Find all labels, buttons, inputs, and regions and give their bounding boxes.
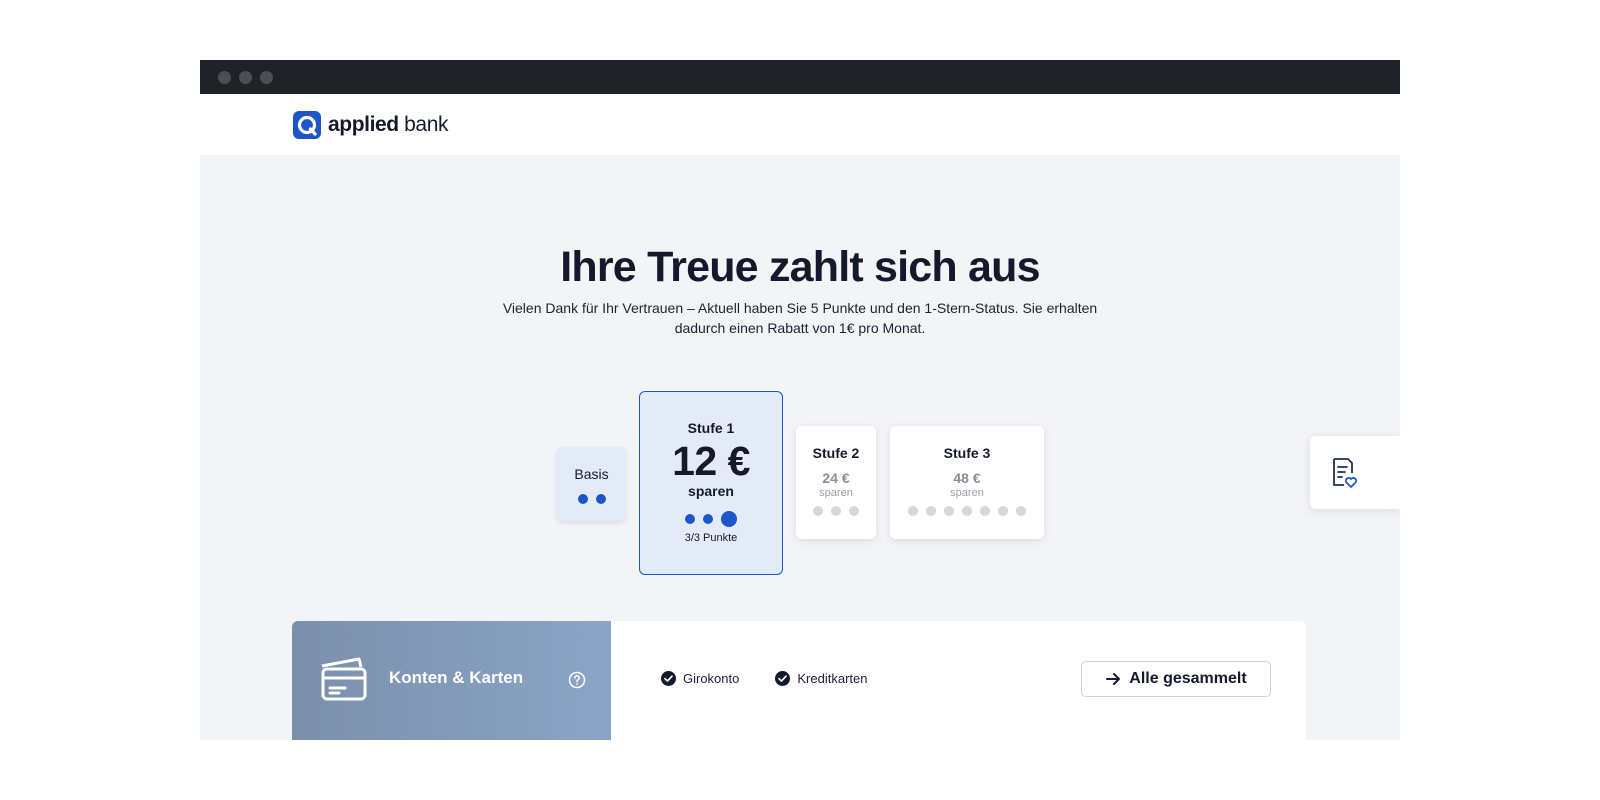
tier-name: Stufe 3 — [943, 445, 991, 461]
tier-save-label: sparen — [819, 487, 853, 499]
tier-amount: 24 € — [822, 470, 850, 486]
account-feature-list: Girokonto Kreditkarten — [661, 621, 867, 735]
point-dot — [595, 494, 606, 504]
point-dot — [685, 514, 695, 524]
arrow-right-icon — [1106, 673, 1121, 685]
point-dot — [1016, 506, 1026, 516]
account-item-label: Kreditkarten — [797, 670, 868, 686]
point-dot — [577, 494, 588, 504]
window-close-dot[interactable] — [218, 70, 231, 84]
tier-amount: 12 € — [672, 438, 750, 484]
brand-name: applied bank — [328, 112, 449, 136]
tier-name: Stufe 1 — [687, 420, 735, 436]
tier-card-stufe-1[interactable]: Stufe 1 12 € sparen 3/3 Punkte — [639, 391, 783, 575]
tier-points-text: 3/3 Punkte — [684, 532, 738, 544]
tier-save-label: sparen — [688, 483, 734, 499]
window-maximize-dot[interactable] — [260, 70, 273, 84]
loyalty-section: Ihre Treue zahlt sich aus Vielen Dank fü… — [200, 155, 1400, 740]
account-item-girokonto: Girokonto — [661, 670, 740, 686]
site-header: applied bank — [200, 94, 1400, 155]
accounts-title: Konten & Karten — [389, 668, 524, 687]
point-dot — [813, 506, 823, 516]
tier-points — [577, 494, 606, 504]
account-item-label: Girokonto — [683, 670, 740, 686]
page-subtitle: Vielen Dank für Ihr Vertrauen – Aktuell … — [502, 300, 1098, 336]
accounts-cards-panel: Konten & Karten Girokonto Kreditkarten A… — [292, 621, 1306, 740]
tier-name: Basis — [574, 466, 609, 482]
tier-card-stufe-3[interactable]: Stufe 3 48 € sparen — [890, 426, 1044, 539]
point-dot — [926, 506, 936, 516]
point-dot — [849, 506, 859, 516]
check-circle-icon — [661, 670, 676, 686]
all-collected-label: Alle gesammelt — [1129, 670, 1247, 687]
point-dot — [831, 506, 841, 516]
document-heart-icon — [1333, 457, 1357, 488]
point-dot — [908, 506, 918, 516]
window-titlebar — [200, 60, 1400, 94]
page-title: Ihre Treue zahlt sich aus — [560, 243, 1040, 291]
applied-bank-logo-icon — [293, 110, 321, 139]
check-circle-icon — [775, 670, 791, 686]
tier-points — [813, 506, 859, 516]
point-dot — [998, 506, 1008, 516]
tier-card-basis[interactable]: Basis — [557, 447, 626, 521]
point-dot — [980, 506, 990, 516]
tier-save-label: sparen — [950, 487, 984, 499]
account-item-kreditkarten: Kreditkarten — [775, 670, 868, 686]
credit-card-icon — [321, 657, 367, 701]
window-minimize-dot[interactable] — [239, 70, 252, 84]
tier-amount: 48 € — [953, 470, 981, 486]
question-circle-icon[interactable] — [568, 671, 586, 689]
tier-points — [908, 506, 1026, 516]
tier-card-stufe-2[interactable]: Stufe 2 24 € sparen — [796, 426, 876, 539]
browser-window: applied bank Ihre Treue zahlt sich aus V… — [200, 60, 1400, 740]
tier-name: Stufe 2 — [812, 445, 860, 461]
accounts-header[interactable]: Konten & Karten — [292, 621, 611, 740]
point-dot — [703, 514, 713, 524]
tier-points — [685, 511, 737, 527]
all-collected-button[interactable]: Alle gesammelt — [1081, 661, 1271, 697]
point-dot — [962, 506, 972, 516]
point-dot — [944, 506, 954, 516]
point-dot-current — [721, 511, 737, 527]
brand-logo[interactable]: applied bank — [293, 110, 449, 139]
side-feedback-tab[interactable] — [1310, 436, 1400, 509]
